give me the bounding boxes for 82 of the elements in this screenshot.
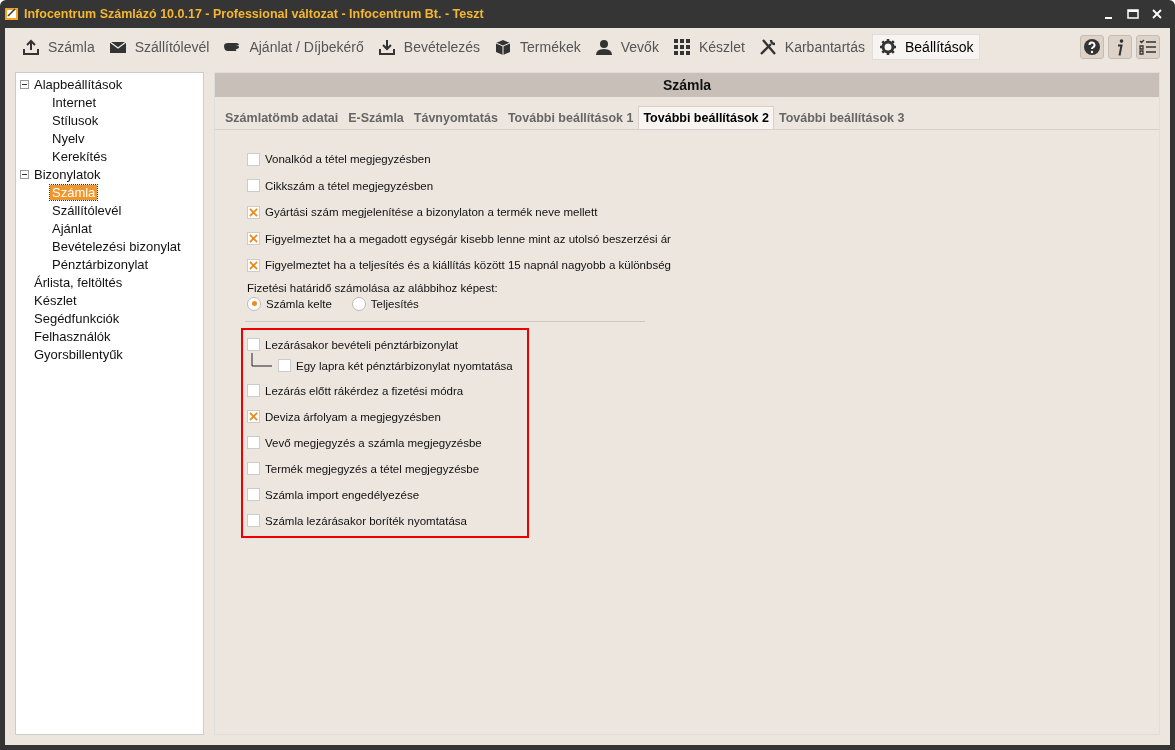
toolbar-tab[interactable]: Ajánlat / Díjbekérő <box>216 34 371 60</box>
checkbox[interactable] <box>247 514 260 527</box>
checkbox[interactable] <box>247 152 260 166</box>
checkbox-label: Figyelmeztet ha a teljesítés és a kiállítás között 15 napnál nagyobb a különbség <box>265 259 671 272</box>
checkbox[interactable] <box>247 179 260 193</box>
tree-item[interactable]: Segédfunkciók <box>32 310 122 326</box>
toolbar-tab[interactable]: Bevételezés <box>370 34 488 60</box>
tree-item[interactable]: Kerekítés <box>50 148 109 164</box>
tab[interactable]: További beállítások 2 <box>638 106 774 129</box>
checkbox-label: Figyelmeztet ha a megadott egységár kisebb lenne mint az utolsó beszerzési ár <box>265 232 671 245</box>
checkbox[interactable] <box>247 384 260 397</box>
checkbox-label: Termék megjegyzés a tétel megjegyzésbe <box>265 462 480 475</box>
checkbox-label: Deviza árfolyam a megjegyzésben <box>265 410 441 423</box>
collapse-icon[interactable] <box>20 79 29 89</box>
checkbox[interactable] <box>247 258 260 272</box>
connector-line <box>251 352 273 367</box>
tree-item[interactable]: Ajánlat <box>50 220 94 236</box>
checkbox-label: Vonalkód a tétel megjegyzésben <box>265 153 431 166</box>
toolbar-tab[interactable]: Termékek <box>487 34 588 60</box>
tree-item[interactable]: Készlet <box>32 292 79 308</box>
download-icon <box>377 38 396 56</box>
tree-item[interactable]: Bizonylatok <box>32 166 103 182</box>
tree-item[interactable]: Szállítólevél <box>50 202 124 218</box>
checkbox[interactable] <box>247 410 260 423</box>
toolbar-tab[interactable]: Készlet <box>665 34 752 60</box>
tab[interactable]: További beállítások 3 <box>773 106 910 129</box>
checkbox[interactable] <box>247 338 260 351</box>
checkbox[interactable] <box>278 359 291 372</box>
tree-item[interactable]: Felhasználók <box>32 328 113 344</box>
checkbox-label: Számla import engedélyezése <box>265 488 420 501</box>
toolbar-button[interactable] <box>1108 35 1132 59</box>
collapse-icon[interactable] <box>20 169 29 179</box>
checklist-icon <box>1139 38 1157 56</box>
toolbar-tab[interactable]: Vevők <box>587 34 666 60</box>
toolbar-button[interactable] <box>1136 35 1160 59</box>
checkbox[interactable] <box>247 205 260 219</box>
toolbar-tab[interactable]: Karbantartás <box>751 34 872 60</box>
tab[interactable]: E-Számla <box>343 106 409 129</box>
tree-item[interactable]: Alapbeállítások <box>32 76 125 92</box>
field-label: Fizetési határidő számolása az alábbihoz képest: <box>247 281 499 294</box>
person-icon <box>594 38 613 56</box>
checkbox[interactable] <box>247 232 260 246</box>
maximize-icon[interactable] <box>1126 7 1140 21</box>
help-icon <box>1083 38 1101 56</box>
window-title: Infocentrum Számlázó 10.0.17 - Professional változat - Infocentrum Bt. - Teszt <box>24 7 485 21</box>
tab[interactable]: Távnyomtatás <box>408 106 503 129</box>
tab[interactable]: Számlatömb adatai <box>220 106 344 129</box>
settings-icon <box>879 38 897 56</box>
radio-label: Számla kelte <box>266 297 332 310</box>
tree-item[interactable]: Stílusok <box>50 112 101 128</box>
tree-item[interactable]: Pénztárbizonylat <box>50 256 151 272</box>
tree-item[interactable]: Árlista, feltöltés <box>32 274 125 290</box>
tab[interactable]: További beállítások 1 <box>502 106 639 129</box>
checkbox[interactable] <box>247 462 260 475</box>
checkbox-label: Gyártási szám megjelenítése a bizonylaton a termék neve mellett <box>265 206 598 219</box>
tools-icon <box>758 38 777 56</box>
radio-button[interactable] <box>247 296 261 311</box>
upload-icon <box>22 38 40 56</box>
tree-item[interactable]: Gyorsbillentyűk <box>32 346 125 362</box>
tree-item[interactable]: Nyelv <box>50 130 87 146</box>
checkbox-label: Cikkszám a tétel megjegyzésben <box>265 179 434 192</box>
checkbox-label: Lezárás előtt rákérdez a fizetési módra <box>265 384 464 397</box>
checkbox[interactable] <box>247 436 260 449</box>
grid-icon <box>672 38 691 56</box>
checkbox-label: Számla lezárásakor boríték nyomtatása <box>265 514 467 527</box>
tree-item[interactable]: Bevételezési bizonylat <box>50 238 183 254</box>
checkbox-label: Vevő megjegyzés a számla megjegyzésbe <box>265 436 482 449</box>
toolbar-tab[interactable]: Beállítások <box>872 34 981 60</box>
info-icon <box>1116 38 1124 56</box>
box-icon <box>494 38 513 56</box>
toolbar-tab[interactable]: Számla <box>15 34 102 60</box>
app-icon <box>5 7 19 21</box>
close-icon[interactable] <box>1150 7 1164 21</box>
toolbar-button[interactable] <box>1080 35 1104 59</box>
radio-label: Teljesítés <box>370 297 419 310</box>
toolbar-tab[interactable]: Szállítólevél <box>101 34 217 60</box>
checkbox-label: Lezárásakor bevételi pénztárbizonylat <box>265 338 459 351</box>
checkbox[interactable] <box>247 488 260 501</box>
tree-item[interactable]: Internet <box>50 94 99 110</box>
panel-title: Számla <box>215 73 1159 97</box>
radio-button[interactable] <box>351 296 366 311</box>
checkbox-label: Egy lapra két pénztárbizonylat nyomtatása <box>296 359 513 372</box>
